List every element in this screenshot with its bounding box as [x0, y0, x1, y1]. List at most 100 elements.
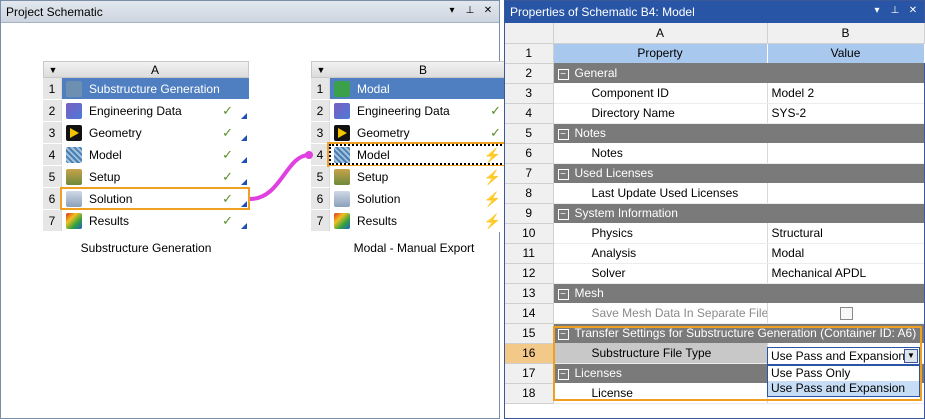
property-cell[interactable]: Substructure File Type — [553, 343, 768, 364]
system-cell-row[interactable]: 7 Results ✓ — [43, 210, 249, 232]
system-substructure-generation[interactable]: ▼ A 1 Substructure Generation 2 Engineering… — [43, 61, 250, 232]
collapse-minus-icon[interactable]: − — [557, 69, 569, 80]
collapse-minus-icon[interactable]: − — [557, 369, 569, 381]
system-cell-row[interactable]: 2 Engineering Data ✓ — [43, 100, 249, 122]
property-cell[interactable]: Notes — [553, 143, 768, 164]
table-row[interactable]: 8 Last Update Used Licenses — [505, 183, 924, 204]
system-cell-row[interactable]: 4 Model ⚡ — [311, 144, 517, 166]
system-cell[interactable]: Model ✓ — [61, 144, 249, 165]
table-row[interactable]: 14 Save Mesh Data In Separate File — [505, 303, 924, 324]
value-cell[interactable]: Modal — [767, 243, 924, 264]
system-cell[interactable]: Geometry ✓ — [329, 122, 517, 143]
column-b-header[interactable]: B — [767, 23, 925, 44]
category-cell[interactable]: − Transfer Settings for Substructure Gene… — [553, 323, 924, 343]
system-cell[interactable]: Results ⚡ — [329, 210, 517, 231]
close-icon[interactable]: ✕ — [481, 4, 495, 18]
system-cell-row[interactable]: 4 Model ✓ — [43, 144, 249, 166]
pin-icon[interactable]: ▾ — [445, 4, 459, 18]
category-cell[interactable]: − Mesh — [553, 283, 924, 303]
menu-icon[interactable]: ▾ — [870, 4, 884, 18]
property-cell[interactable]: Last Update Used Licenses — [553, 183, 768, 204]
system-cell[interactable]: Engineering Data ✓ — [61, 100, 249, 121]
category-cell[interactable]: − General — [553, 63, 924, 83]
table-row[interactable]: 11 Analysis Modal — [505, 243, 924, 264]
table-row[interactable]: 10 Physics Structural — [505, 223, 924, 244]
category-cell[interactable]: − Used Licenses — [553, 163, 924, 183]
table-row[interactable]: 13− Mesh — [505, 283, 924, 304]
system-caption[interactable]: Modal - Manual Export — [311, 241, 517, 255]
column-a-header[interactable]: A — [553, 23, 768, 44]
chevron-down-icon[interactable]: ▼ — [904, 349, 918, 363]
system-cell-row[interactable]: 3 Geometry ✓ — [43, 122, 249, 144]
dropdown-option[interactable]: Use Pass Only — [768, 366, 919, 381]
table-row[interactable]: 5− Notes — [505, 123, 924, 144]
column-letter: A — [150, 63, 159, 77]
checkbox[interactable] — [839, 306, 853, 320]
system-cell-row[interactable]: 2 Engineering Data ✓ — [311, 100, 517, 122]
system-cell-row[interactable]: 1 Modal — [311, 78, 517, 100]
system-cell[interactable]: Modal — [329, 78, 517, 99]
system-cell[interactable]: Substructure Generation — [61, 78, 249, 99]
category-cell[interactable]: − Notes — [553, 123, 924, 143]
system-cell-row[interactable]: 3 Geometry ✓ — [311, 122, 517, 144]
property-cell[interactable]: Solver — [553, 263, 768, 284]
table-row[interactable]: 7− Used Licenses — [505, 163, 924, 184]
collapse-triangle-icon[interactable]: ▼ — [312, 62, 330, 77]
property-cell[interactable]: Directory Name — [553, 103, 768, 124]
system-caption[interactable]: Substructure Generation — [43, 241, 249, 255]
collapse-minus-icon[interactable]: − — [557, 209, 569, 221]
system-cell[interactable]: Solution ✓ — [60, 187, 250, 210]
system-cell-row[interactable]: 5 Setup ⚡ — [311, 166, 517, 188]
value-cell[interactable]: Model 2 — [767, 83, 924, 104]
system-cell[interactable]: Setup ✓ — [61, 166, 249, 187]
system-cell[interactable]: Geometry ✓ — [61, 122, 249, 143]
system-modal-manual-export[interactable]: ▼ B 1 Modal 2 Engineering Data ✓ 3 Geometry ✓ 4 M… — [311, 61, 517, 232]
property-cell[interactable]: Physics — [553, 223, 768, 244]
dropdown-option-selected[interactable]: Use Pass and Expansion — [768, 381, 919, 396]
value-cell[interactable] — [767, 143, 924, 164]
collapse-minus-icon[interactable]: − — [557, 329, 569, 341]
value-cell[interactable] — [767, 183, 924, 204]
system-cell-row[interactable]: 6 Solution ⚡ — [311, 188, 517, 210]
collapse-minus-icon[interactable]: − — [557, 289, 569, 301]
value-cell[interactable]: Mechanical APDL — [767, 263, 924, 284]
cell-label: Solution — [89, 191, 133, 206]
table-row[interactable]: 9− System Information — [505, 203, 924, 224]
system-cell[interactable]: Setup ⚡ — [329, 166, 517, 187]
value-cell[interactable]: Structural — [767, 223, 924, 244]
pin-icon[interactable]: ⊥ — [888, 4, 902, 18]
close-icon[interactable]: ✕ — [906, 4, 920, 18]
table-row[interactable]: 4 Directory Name SYS-2 — [505, 103, 924, 124]
system-cell-row[interactable]: 6 Solution ✓ — [43, 187, 250, 210]
cell-label: Results — [89, 213, 130, 228]
substructure-file-type-select[interactable]: Use Pass and Expansion ▼ — [767, 347, 920, 365]
table-row[interactable]: 15− Transfer Settings for Substructure Ge… — [505, 323, 924, 344]
collapse-minus-icon[interactable]: − — [557, 129, 569, 141]
substructure-icon — [66, 80, 82, 97]
row-number: 4 — [43, 144, 61, 165]
property-cell[interactable]: Save Mesh Data In Separate File — [553, 303, 768, 324]
table-row[interactable]: 12 Solver Mechanical APDL — [505, 263, 924, 284]
system-cell[interactable]: Model ⚡ — [329, 144, 517, 165]
pane-title-text: Project Schematic — [6, 4, 103, 19]
system-cell-row[interactable]: 1 Substructure Generation — [43, 78, 249, 100]
row-number: 8 — [505, 183, 554, 204]
corner-arrow-icon — [241, 135, 247, 141]
system-cell-row[interactable]: 5 Setup ✓ — [43, 166, 249, 188]
system-cell[interactable]: Engineering Data ✓ — [329, 100, 517, 121]
property-cell[interactable]: Component ID — [553, 83, 768, 104]
value-cell[interactable]: SYS-2 — [767, 103, 924, 124]
table-row[interactable]: 3 Component ID Model 2 — [505, 83, 924, 104]
table-row[interactable]: 2− General — [505, 63, 924, 84]
corner-arrow-icon — [241, 179, 247, 185]
pin-icon[interactable]: ⊥ — [463, 4, 477, 18]
property-cell[interactable]: License — [553, 383, 768, 404]
collapse-minus-icon[interactable]: − — [557, 169, 569, 181]
table-row[interactable]: 6 Notes — [505, 143, 924, 164]
system-cell-row[interactable]: 7 Results ⚡ — [311, 210, 517, 232]
system-cell[interactable]: Results ✓ — [61, 210, 249, 231]
collapse-triangle-icon[interactable]: ▼ — [44, 62, 62, 77]
system-cell[interactable]: Solution ⚡ — [329, 188, 517, 209]
category-cell[interactable]: − System Information — [553, 203, 924, 223]
property-cell[interactable]: Analysis — [553, 243, 768, 264]
